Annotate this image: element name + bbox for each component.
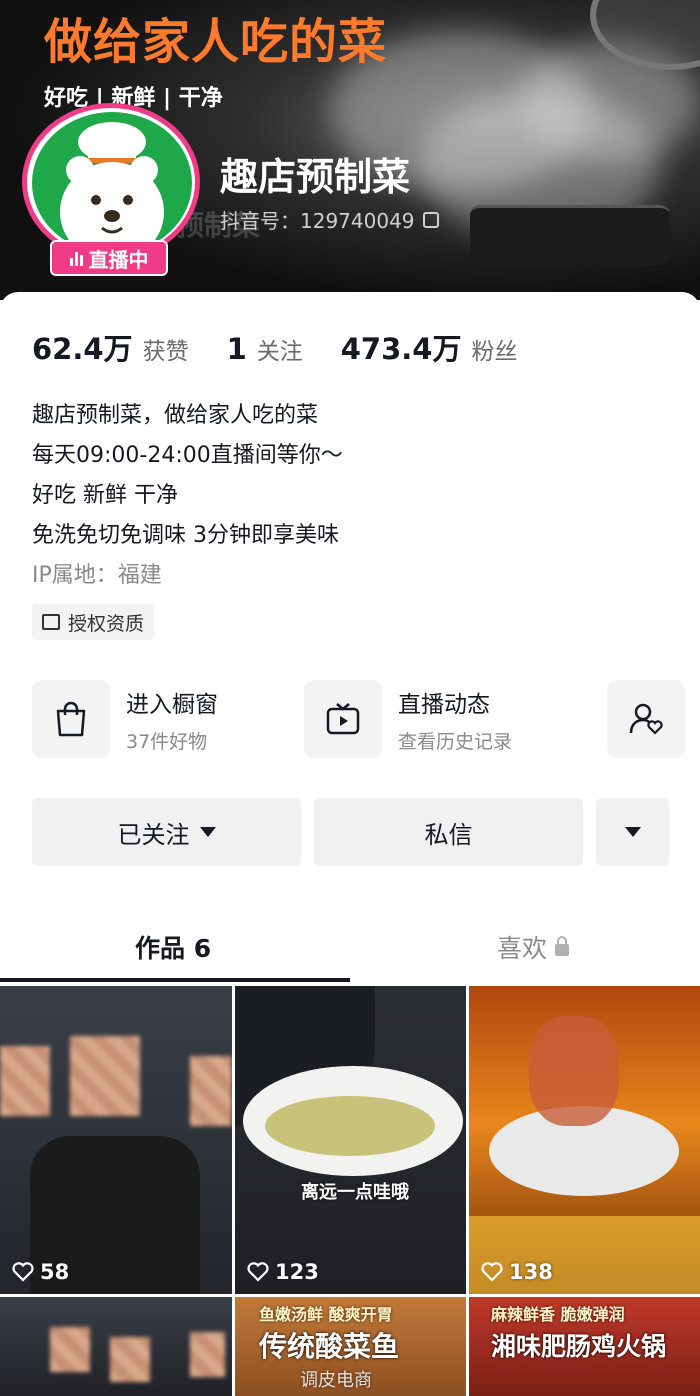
video-likes: 58 [12,1260,69,1284]
douyin-id: 抖音号：129740049 [220,205,439,234]
stat-followers-value: 473.4万 [340,332,462,366]
watermark: 调皮电商 [300,1370,372,1391]
shop-window-title: 进入橱窗 [126,691,218,718]
bio-line: 每天09:00-24:00直播间等你～ [32,443,343,468]
video-thumbnail[interactable]: 58 [0,986,232,1294]
stat-likes-value: 62.4万 [32,332,133,366]
shopping-bag-icon [32,680,110,758]
video-thumbnail[interactable]: 138 [469,986,700,1294]
bio-line: 趣店预制菜，做给家人吃的菜 [32,403,319,428]
video-caption: 传统酸菜鱼 [259,1330,400,1363]
stat-followers-label: 粉丝 [471,339,518,365]
message-button-label: 私信 [424,820,473,849]
profile-tabs: 作品 6 喜欢 [0,920,700,982]
video-likes: 123 [247,1260,319,1284]
caret-down-icon [624,827,641,837]
followed-button-label: 已关注 [117,820,190,849]
bear-chef-icon [60,122,164,254]
tab-works[interactable]: 作品 6 [135,920,211,974]
profile-stats: 62.4万 获赞 1 关注 473.4万 粉丝 [32,326,555,368]
shop-window-entry[interactable]: 进入橱窗 37件好物 [32,680,218,758]
profile-page: 做给家人吃的菜 好吃 | 新鲜 | 干净 预制菜 直播中 趣店预制菜 抖音号：1… [0,0,700,1396]
ip-location: IP属地：福建 [32,563,162,588]
bio-line: 好吃 新鲜 干净 [32,483,178,508]
lock-icon [555,936,570,956]
authorization-chip[interactable]: 授权资质 [32,604,155,640]
followed-button[interactable]: 已关注 [32,798,301,866]
message-button[interactable]: 私信 [314,798,583,866]
live-history-entry[interactable]: 直播动态 查看历史记录 [304,680,512,758]
heart-icon [247,1262,269,1282]
video-caption: 离远一点哇哦 [301,1182,409,1203]
profile-name: 趣店预制菜 [220,155,411,199]
heart-icon [481,1262,503,1282]
video-tag: 麻辣鲜香 脆嫩弹润 [491,1305,625,1324]
video-likes-count: 58 [40,1260,70,1284]
stat-following-value: 1 [226,332,247,366]
bio-line: 免洗免切免调味 3分钟即享美味 [32,523,339,548]
copy-icon[interactable] [422,211,439,228]
pot-graphic [470,205,670,265]
stat-followers[interactable]: 473.4万 粉丝 [341,326,518,368]
live-badge-label: 直播中 [88,247,149,272]
douyin-id-text: 抖音号：129740049 [220,209,415,233]
heart-icon [12,1262,34,1282]
video-thumbnail[interactable]: 麻辣鲜香 脆嫩弹润 湘味肥肠鸡火锅 [469,1297,700,1396]
video-likes: 138 [481,1260,553,1284]
live-history-title: 直播动态 [398,691,490,718]
stat-following[interactable]: 1 关注 [227,332,303,366]
video-likes-count: 123 [275,1260,319,1284]
video-thumbnail[interactable] [0,1297,232,1396]
video-likes-count: 138 [509,1260,553,1284]
banner-title: 做给家人吃的菜 [44,14,388,70]
shop-window-sub: 37件好物 [126,730,208,753]
tab-likes[interactable]: 喜欢 [497,920,570,974]
avatar[interactable] [32,112,192,254]
stat-likes-label: 获赞 [142,339,189,365]
video-tag: 鱼嫩汤鲜 酸爽开胃 [259,1305,393,1324]
stat-following-label: 关注 [256,339,303,365]
live-badge[interactable]: 直播中 [50,240,168,276]
tv-play-icon [304,680,382,758]
tab-works-label: 作品 6 [135,934,212,963]
live-bars-icon [69,250,83,266]
video-caption: 湘味肥肠鸡火锅 [491,1332,667,1361]
stat-likes[interactable]: 62.4万 获赞 [32,326,189,368]
live-history-sub: 查看历史记录 [398,730,513,753]
certificate-icon [42,614,60,630]
caret-down-icon [199,827,216,837]
more-options-button[interactable] [596,798,669,866]
friend-recommend-entry[interactable] [607,680,685,758]
authorization-chip-label: 授权资质 [68,612,145,635]
video-thumbnail[interactable]: 离远一点哇哦 123 [235,986,466,1294]
user-heart-icon [607,680,685,758]
profile-bio: 趣店预制菜，做给家人吃的菜 每天09:00-24:00直播间等你～ 好吃 新鲜 … [32,396,343,596]
tab-active-underline [0,978,350,982]
tab-likes-label: 喜欢 [497,934,548,963]
